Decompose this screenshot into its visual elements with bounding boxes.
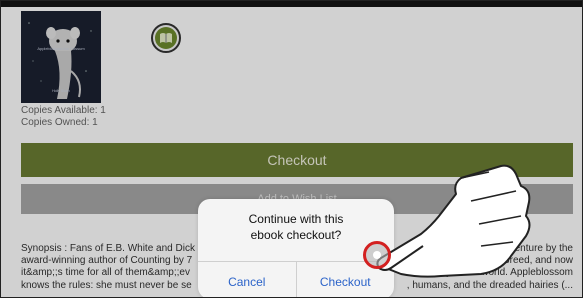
tap-indicator-center [373, 251, 381, 259]
app-screen: Appleblossom the Possum Holly Sloan Copi… [0, 0, 583, 298]
pointing-hand-icon [376, 164, 531, 278]
cancel-button[interactable]: Cancel [198, 262, 297, 297]
tap-indicator [363, 241, 391, 269]
